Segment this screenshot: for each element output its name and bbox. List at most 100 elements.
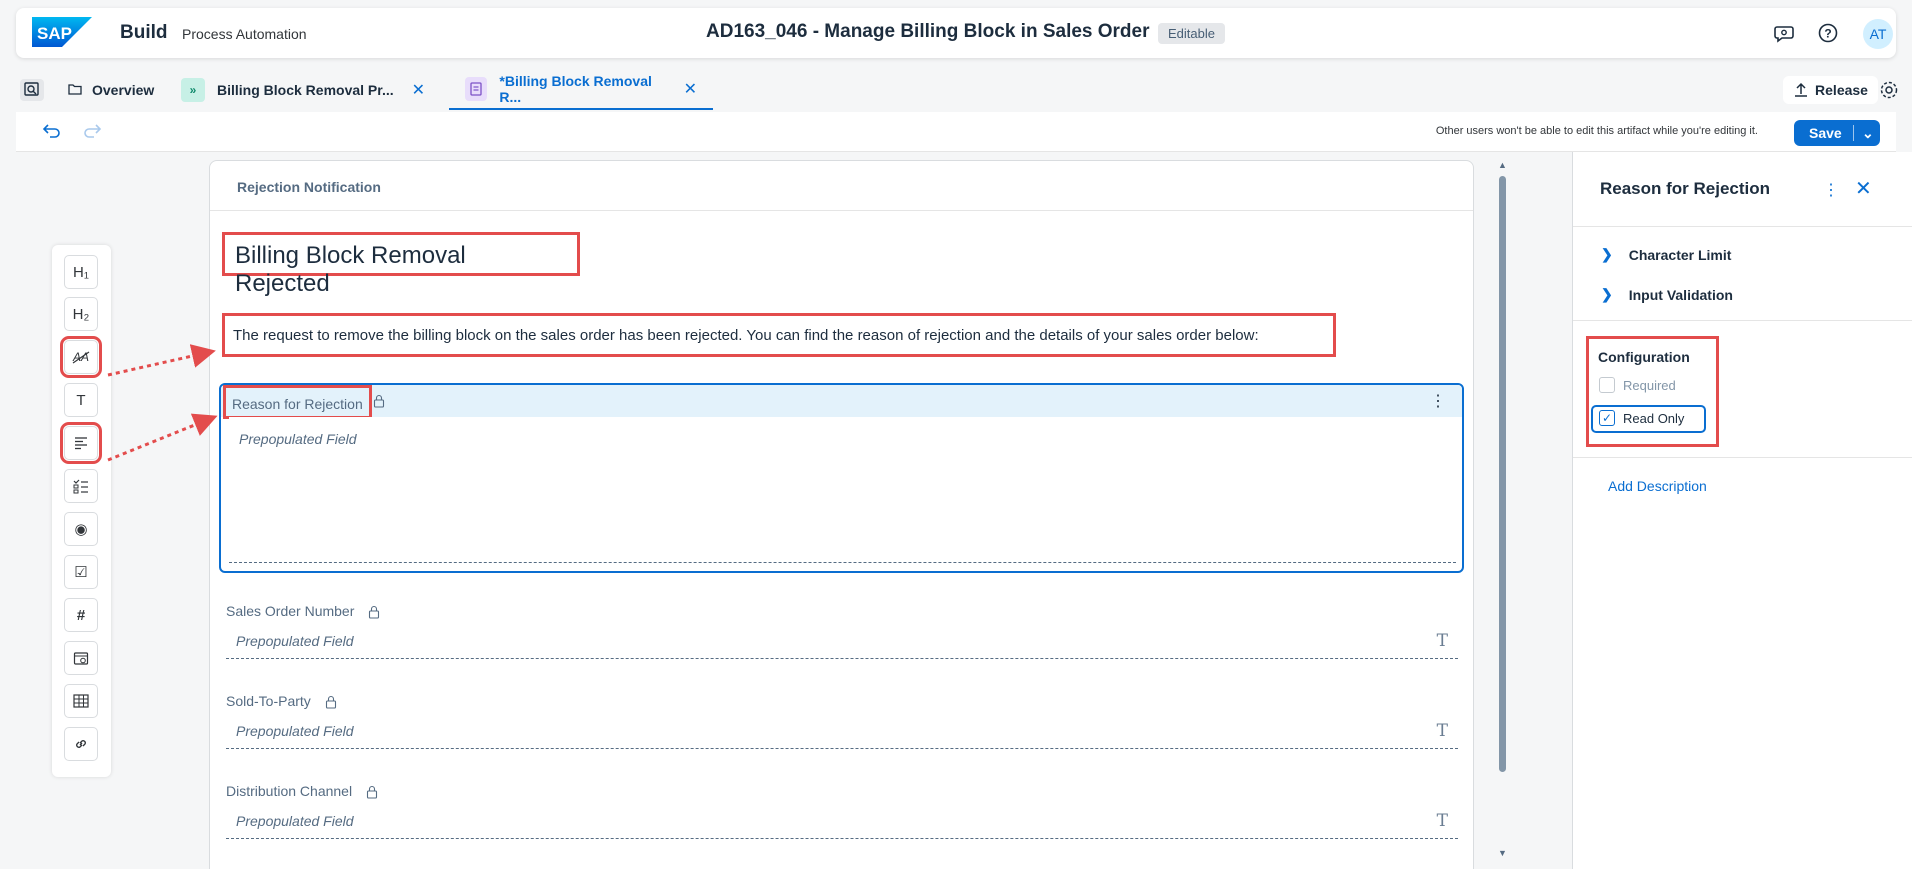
table-icon [73, 694, 89, 708]
sold-to-party-field[interactable]: Sold-To-Party Prepopulated Field T [226, 693, 1458, 750]
chevron-down-icon[interactable]: ⌄ [1854, 125, 1874, 142]
field-input[interactable]: Prepopulated Field T [226, 811, 1458, 840]
readonly-checkbox-row[interactable]: ✓ Read Only [1599, 410, 1684, 426]
required-checkbox[interactable] [1599, 377, 1615, 393]
text-type-icon: T [1436, 721, 1448, 742]
help-icon[interactable]: ? [1817, 22, 1839, 44]
more-options-icon[interactable]: ⋮ [1430, 391, 1446, 411]
field-label: Reason for Rejection [232, 396, 363, 412]
joule-assistant-icon[interactable] [1773, 22, 1795, 44]
field-placeholder: Prepopulated Field [236, 633, 354, 650]
checklist-tool[interactable] [64, 469, 98, 503]
panel-title: Reason for Rejection [1600, 179, 1771, 198]
lock-icon [366, 786, 378, 799]
element-palette: H₁ H₂ AA T ◉ ☑ # [52, 245, 111, 777]
scroll-down-icon[interactable]: ▼ [1498, 848, 1507, 858]
lock-icon [325, 696, 336, 709]
character-limit-section[interactable]: ❯ Character Limit [1601, 246, 1731, 263]
checkbox-tool[interactable]: ☑ [64, 555, 98, 589]
scroll-thumb[interactable] [1499, 176, 1506, 772]
field-input[interactable]: Prepopulated Field T [226, 631, 1458, 660]
add-description-link[interactable]: Add Description [1608, 478, 1707, 494]
save-label: Save [1794, 125, 1854, 141]
tab-label: Overview [92, 82, 155, 98]
gear-icon[interactable] [1878, 79, 1900, 101]
field-label-text: Distribution Channel [226, 783, 353, 799]
release-label: Release [1815, 82, 1868, 98]
field-input[interactable]: Prepopulated Field T [226, 721, 1458, 750]
save-button[interactable]: Save ⌄ [1794, 120, 1880, 146]
number-icon: # [76, 606, 86, 624]
upload-icon [1795, 82, 1808, 97]
heading-2-tool[interactable]: H₂ [64, 297, 98, 331]
product-name: Build [120, 22, 168, 43]
form-header: Rejection Notification [210, 161, 1473, 211]
lock-icon [369, 606, 380, 619]
field-input[interactable]: Prepopulated Field [229, 417, 1456, 563]
shell-bar: SAP Build Process Automation AD163_046 -… [16, 8, 1896, 58]
form-heading[interactable]: Billing Block Removal Rejected [222, 232, 580, 297]
text-area-tool[interactable] [60, 422, 102, 464]
svg-text:?: ? [1824, 27, 1831, 41]
sales-order-number-field[interactable]: Sales Order Number Prepopulated Field T [226, 603, 1458, 660]
close-icon[interactable]: ✕ [1855, 176, 1872, 201]
more-options-icon[interactable]: ⋮ [1823, 180, 1839, 200]
scroll-up-icon[interactable]: ▲ [1498, 160, 1507, 170]
distribution-channel-field[interactable]: Distribution Channel Prepopulated Field … [226, 783, 1458, 840]
text-input-icon: T [76, 391, 86, 409]
paragraph-tool[interactable]: AA [60, 336, 102, 378]
link-tool[interactable] [64, 727, 98, 761]
user-avatar[interactable]: AT [1863, 19, 1893, 49]
subproduct-name: Process Automation [182, 26, 307, 42]
number-tool[interactable]: # [64, 598, 98, 632]
field-label-text: Sold-To-Party [226, 693, 311, 709]
heading-1-icon: H₁ [73, 263, 89, 281]
redo-icon[interactable] [82, 122, 102, 140]
close-icon[interactable]: ✕ [412, 80, 425, 100]
form-paragraph[interactable]: The request to remove the billing block … [222, 313, 1336, 357]
field-label-box[interactable]: Reason for Rejection [223, 385, 372, 419]
radio-icon: ◉ [74, 521, 88, 538]
required-checkbox-row[interactable]: Required [1599, 377, 1676, 393]
undo-icon[interactable] [42, 122, 62, 140]
tab-process[interactable]: » Billing Block Removal Pr... ✕ [181, 70, 425, 110]
status-badge: Editable [1158, 23, 1225, 44]
calendar-icon [73, 652, 89, 665]
field-placeholder: Prepopulated Field [236, 813, 354, 830]
release-button[interactable]: Release [1783, 76, 1878, 104]
project-title: AD163_046 - Manage Billing Block in Sale… [706, 21, 1150, 42]
folder-icon [68, 82, 82, 98]
divider [1573, 457, 1912, 458]
canvas-scrollbar[interactable]: ▲ ▼ [1497, 160, 1507, 860]
text-area-icon [75, 437, 87, 450]
form-icon [465, 77, 488, 101]
tab-bar: Overview » Billing Block Removal Pr... ✕… [16, 70, 1898, 110]
search-artifacts-button[interactable] [20, 79, 44, 101]
table-tool[interactable] [64, 684, 98, 718]
input-validation-section[interactable]: ❯ Input Validation [1601, 286, 1733, 303]
readonly-label: Read Only [1623, 410, 1685, 426]
field-label: Sold-To-Party [226, 693, 1458, 709]
section-label: Input Validation [1628, 286, 1733, 303]
text-type-icon: T [1436, 811, 1448, 832]
close-icon[interactable]: ✕ [684, 79, 697, 99]
process-icon: » [181, 78, 205, 102]
field-placeholder: Prepopulated Field [236, 723, 354, 740]
heading-2-icon: H₂ [72, 305, 90, 323]
sap-logo[interactable]: SAP [32, 17, 92, 47]
checklist-icon [73, 479, 88, 494]
tab-form[interactable]: *Billing Block Removal R... ✕ [449, 70, 713, 110]
tab-label: *Billing Block Removal R... [499, 73, 652, 105]
field-label: Distribution Channel [226, 783, 1458, 799]
readonly-checkbox[interactable]: ✓ [1599, 410, 1615, 426]
section-label: Character Limit [1628, 246, 1732, 263]
radio-tool[interactable]: ◉ [64, 512, 98, 546]
configuration-title: Configuration [1598, 349, 1690, 365]
text-input-tool[interactable]: T [64, 383, 98, 417]
divider [1573, 226, 1912, 227]
properties-panel: Reason for Rejection ⋮ ✕ ❯ Character Lim… [1572, 152, 1912, 869]
tab-overview[interactable]: Overview [68, 70, 154, 110]
date-tool[interactable] [64, 641, 98, 675]
reason-for-rejection-field[interactable]: Reason for Rejection ⋮ Prepopulated Fiel… [219, 383, 1464, 573]
heading-1-tool[interactable]: H₁ [64, 255, 98, 289]
